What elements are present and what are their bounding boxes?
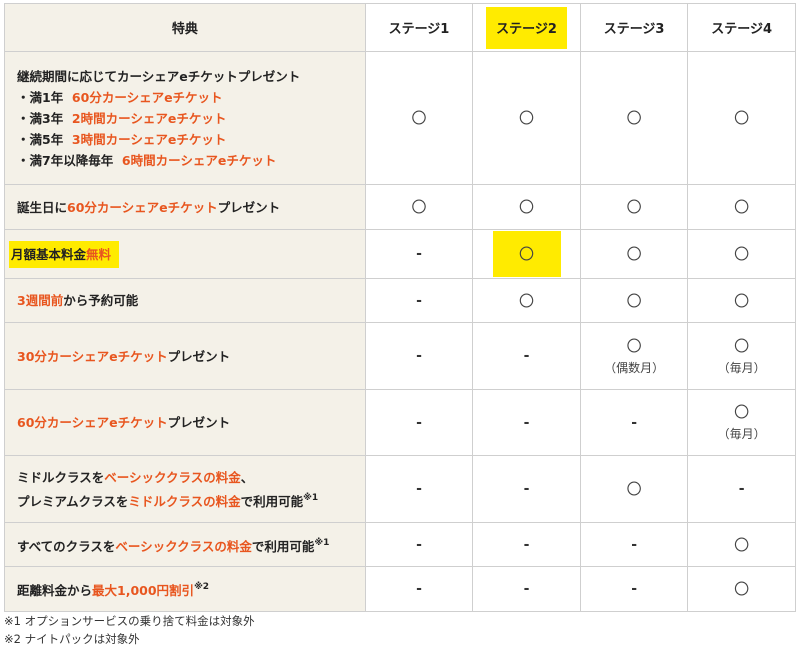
mark-dash: - xyxy=(364,278,474,323)
table-row: 月額基本料金無料 - 〇 〇 〇 xyxy=(4,229,796,279)
table-row: すべてのクラスをベーシッククラスの料金で利用可能※1 - - - 〇 xyxy=(4,522,796,567)
footnote-ref: ※2 xyxy=(194,582,210,592)
header-stage-4: ステージ4 xyxy=(687,3,796,52)
mark-dash: - xyxy=(472,389,581,456)
benefit-line: ・満7年以降毎年 6時間カーシェアeチケット xyxy=(17,152,277,168)
mark-circle: 〇 xyxy=(687,278,796,323)
footnote-ref: ※1 xyxy=(303,492,319,503)
table-row: 継続期間に応じてカーシェアeチケットプレゼント ・満1年 60分カーシェアeチケ… xyxy=(4,51,796,185)
mark-dash: - xyxy=(364,322,474,390)
stage-2-highlight: ステージ2 xyxy=(486,6,567,49)
mark-circle-with-note: 〇（偶数月） xyxy=(579,322,689,390)
mark-circle: 〇 xyxy=(579,229,689,279)
benefits-table: 特典 ステージ1 ステージ2 ステージ3 ステージ4 継続期間に応じてカーシェア… xyxy=(4,3,796,612)
mark-circle: 〇 xyxy=(579,51,689,185)
table-row: 60分カーシェアeチケットプレゼント - - - 〇（毎月） xyxy=(4,389,796,456)
mark-circle: 〇 xyxy=(687,522,796,567)
mark-dash: - xyxy=(472,322,581,390)
benefit-label: 距離料金から最大1,000円割引※2 xyxy=(4,566,366,612)
header-stage-1: ステージ1 xyxy=(364,3,474,52)
mark-dash: - xyxy=(364,229,474,279)
mark-circle: 〇 xyxy=(687,229,796,279)
mark-dash: - xyxy=(579,522,689,567)
benefit-label: 継続期間に応じてカーシェアeチケットプレゼント ・満1年 60分カーシェアeチケ… xyxy=(4,51,366,185)
benefit-label: 月額基本料金無料 xyxy=(4,229,366,279)
benefit-label: すべてのクラスをベーシッククラスの料金で利用可能※1 xyxy=(4,522,366,567)
note-every-month: （毎月） xyxy=(717,427,766,441)
mark-circle: 〇 xyxy=(687,184,796,230)
mark-circle: 〇 xyxy=(579,455,689,523)
mark-circle: 〇 xyxy=(687,566,796,612)
benefit-label: 3週間前から予約可能 xyxy=(4,278,366,323)
benefit-label: 60分カーシェアeチケットプレゼント xyxy=(4,389,366,456)
mark-circle-with-note: 〇（毎月） xyxy=(687,322,796,390)
note-even-months: （偶数月） xyxy=(604,360,665,375)
benefit-label: ミドルクラスをベーシッククラスの料金、 プレミアムクラスをミドルクラスの料金で利… xyxy=(4,455,366,523)
table-row: ミドルクラスをベーシッククラスの料金、 プレミアムクラスをミドルクラスの料金で利… xyxy=(4,455,796,523)
mark-circle: 〇 xyxy=(579,278,689,323)
footnotes: ※1 オプションサービスの乗り捨て料金は対象外 ※2 ナイトパックは対象外 xyxy=(4,612,255,648)
table-row: 距離料金から最大1,000円割引※2 - - - 〇 xyxy=(4,566,796,612)
mark-circle-highlighted: 〇 xyxy=(472,229,581,279)
header-stage-2: ステージ2 xyxy=(472,3,581,52)
benefit-line: ・満5年 3時間カーシェアeチケット xyxy=(17,131,227,147)
mark-circle: 〇 xyxy=(472,184,581,230)
mark-circle: 〇 xyxy=(687,51,796,185)
benefit-intro: 継続期間に応じてカーシェアeチケットプレゼント xyxy=(17,68,301,84)
mark-dash: - xyxy=(364,389,474,456)
header-benefit: 特典 xyxy=(4,3,366,52)
mark-dash: - xyxy=(579,566,689,612)
footnote-1: ※1 オプションサービスの乗り捨て料金は対象外 xyxy=(4,614,255,628)
table-row: 誕生日に60分カーシェアeチケットプレゼント 〇 〇 〇 〇 xyxy=(4,184,796,230)
header-stage-3: ステージ3 xyxy=(579,3,689,52)
table-row: 3週間前から予約可能 - 〇 〇 〇 xyxy=(4,278,796,323)
mark-circle: 〇 xyxy=(472,278,581,323)
mark-dash: - xyxy=(364,455,474,523)
mark-circle: 〇 xyxy=(364,184,474,230)
monthly-fee-highlight: 月額基本料金無料 xyxy=(9,240,120,268)
footnote-ref: ※1 xyxy=(314,537,330,548)
mark-dash: - xyxy=(472,522,581,567)
mark-dash: - xyxy=(687,455,796,523)
table-row: 30分カーシェアeチケットプレゼント - - 〇（偶数月） 〇（毎月） xyxy=(4,322,796,390)
mark-dash: - xyxy=(364,566,474,612)
benefit-line: ・満1年 60分カーシェアeチケット xyxy=(17,89,223,105)
mark-circle: 〇 xyxy=(579,184,689,230)
mark-circle-with-note: 〇（毎月） xyxy=(687,389,796,456)
benefit-label: 誕生日に60分カーシェアeチケットプレゼント xyxy=(4,184,366,230)
note-every-month: （毎月） xyxy=(717,360,766,375)
benefit-line: ・満3年 2時間カーシェアeチケット xyxy=(17,110,227,126)
mark-circle: 〇 xyxy=(472,51,581,185)
benefit-label: 30分カーシェアeチケットプレゼント xyxy=(4,322,366,390)
mark-dash: - xyxy=(472,455,581,523)
mark-dash: - xyxy=(472,566,581,612)
header-row: 特典 ステージ1 ステージ2 ステージ3 ステージ4 xyxy=(4,3,796,52)
mark-dash: - xyxy=(364,522,474,567)
footnote-2: ※2 ナイトパックは対象外 xyxy=(4,632,140,646)
mark-dash: - xyxy=(579,389,689,456)
mark-circle: 〇 xyxy=(364,51,474,185)
